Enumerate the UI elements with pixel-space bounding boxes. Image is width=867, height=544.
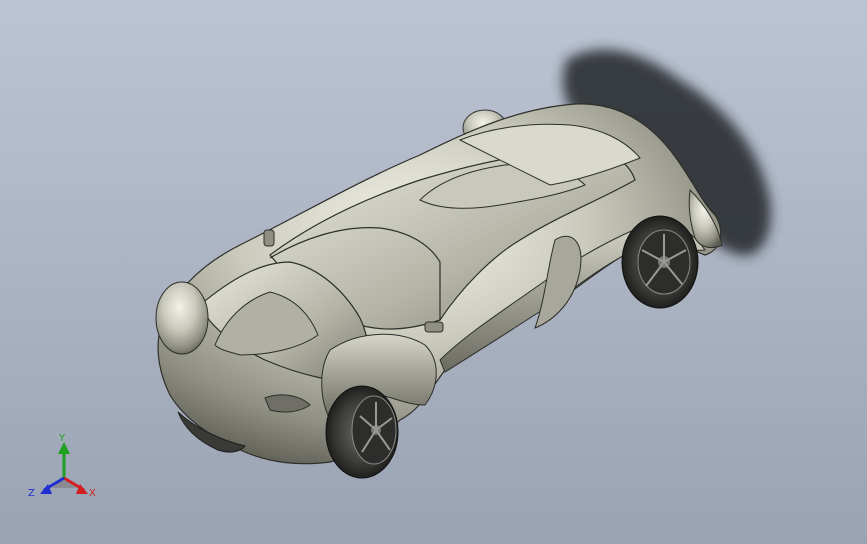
- left-mirror: [424, 321, 444, 333]
- graphics-viewport[interactable]: [0, 0, 867, 544]
- y-axis-arrow: [58, 442, 70, 478]
- z-axis-label: Z: [28, 488, 35, 499]
- front-wheel: [325, 385, 399, 479]
- view-orientation-triad: Y X Z: [28, 433, 96, 499]
- y-axis-label: Y: [58, 433, 66, 444]
- car-model[interactable]: [155, 103, 723, 479]
- rear-wheel: [621, 215, 699, 309]
- front-right-fender: [155, 281, 209, 355]
- right-mirror: [263, 229, 275, 247]
- x-axis-label: X: [89, 488, 96, 499]
